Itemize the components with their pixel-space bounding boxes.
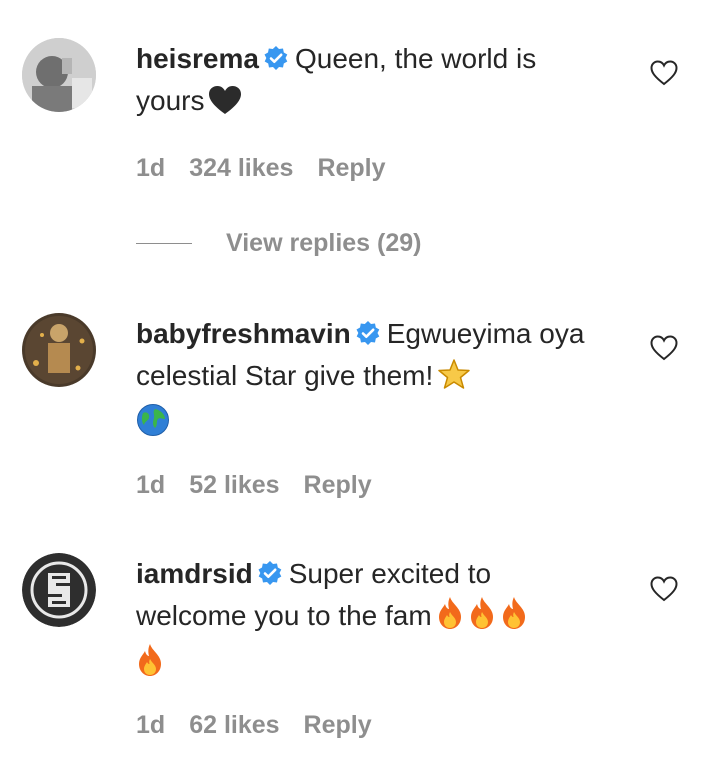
- comment-meta: 1d 52 likes Reply: [136, 471, 396, 500]
- verified-badge-icon: [355, 316, 381, 345]
- like-heart-icon[interactable]: [650, 576, 678, 602]
- fire-icon: [136, 643, 164, 689]
- comment-meta: 1d 62 likes Reply: [136, 711, 396, 740]
- verified-badge-icon: [263, 41, 289, 70]
- view-replies-button[interactable]: View replies (29): [136, 229, 421, 258]
- like-heart-icon[interactable]: [650, 335, 678, 361]
- avatar[interactable]: [22, 38, 96, 112]
- fire-icon: [468, 596, 496, 642]
- reply-button[interactable]: Reply: [304, 471, 372, 499]
- black-heart-icon: [208, 85, 242, 127]
- comment-likes[interactable]: 52 likes: [189, 471, 279, 499]
- reply-button[interactable]: Reply: [304, 711, 372, 739]
- comment-age: 1d: [136, 154, 166, 182]
- view-replies-divider: [136, 243, 192, 244]
- comment-likes[interactable]: 62 likes: [189, 711, 279, 739]
- comment-username[interactable]: babyfreshmavin: [136, 318, 351, 349]
- fire-icon: [500, 596, 528, 642]
- comment-age: 1d: [136, 471, 166, 499]
- avatar[interactable]: [22, 553, 96, 627]
- globe-icon: [136, 403, 170, 449]
- comment-likes[interactable]: 324 likes: [189, 154, 293, 182]
- avatar[interactable]: [22, 313, 96, 387]
- like-heart-icon[interactable]: [650, 60, 678, 86]
- reply-button[interactable]: Reply: [317, 154, 385, 182]
- star-icon: [437, 358, 471, 402]
- verified-badge-icon: [257, 556, 283, 585]
- comment-meta: 1d 324 likes Reply: [136, 154, 410, 183]
- fire-icon: [436, 596, 464, 642]
- comment-username[interactable]: iamdrsid: [136, 558, 253, 589]
- comment-age: 1d: [136, 711, 166, 739]
- comment-username[interactable]: heisrema: [136, 43, 259, 74]
- view-replies-label: View replies (29): [226, 229, 422, 257]
